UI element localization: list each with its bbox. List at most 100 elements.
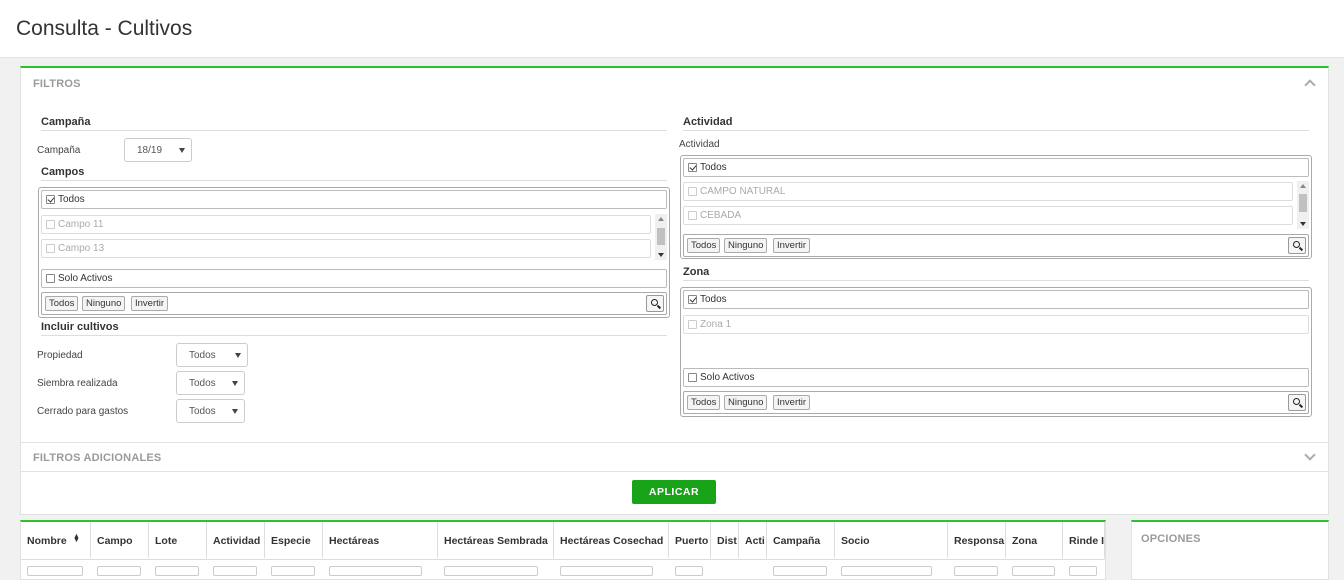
checkbox-icon[interactable] [46, 274, 55, 283]
filtros-adicionales-header: FILTROS ADICIONALES [33, 452, 162, 464]
filters-header[interactable]: FILTROS [33, 78, 81, 90]
column-filter-input[interactable] [773, 566, 827, 576]
scroll-down-icon[interactable] [1300, 222, 1306, 226]
page-header: Consulta - Cultivos [0, 0, 1344, 58]
column-filter-input[interactable] [1012, 566, 1055, 576]
options-panel: OPCIONES [1131, 520, 1329, 580]
checkbox-icon[interactable] [688, 295, 697, 304]
actividad-item-todos[interactable]: Todos [683, 158, 1309, 177]
list-item-label: Todos [700, 294, 727, 305]
siembra-select[interactable]: Todos [176, 371, 245, 395]
checkbox-icon[interactable] [688, 163, 697, 172]
select-all-button[interactable]: Todos [687, 395, 721, 410]
invert-button[interactable]: Invertir [773, 395, 811, 410]
cerrado-select-value: Todos [189, 406, 216, 417]
campos-item-campo-13[interactable]: Campo 13 [41, 239, 651, 258]
results-table: Nombre ▲ ▼ Campo Lote Actividad Especie Hectáre… [20, 520, 1106, 580]
column-filter-input[interactable] [675, 566, 703, 576]
actividad-section-title: Actividad [683, 116, 1309, 131]
apply-button[interactable]: APLICAR [632, 480, 716, 504]
search-icon[interactable] [646, 295, 664, 312]
chevron-down-icon [235, 353, 241, 358]
checkbox-icon[interactable] [46, 220, 55, 229]
scroll-thumb[interactable] [657, 228, 665, 245]
column-filter-input[interactable] [560, 566, 653, 576]
solo-activos-label: Solo Activos [58, 273, 113, 284]
checkbox-icon[interactable] [688, 187, 697, 196]
campana-select[interactable]: 18/19 [124, 138, 192, 162]
checkbox-icon[interactable] [46, 195, 55, 204]
select-none-button[interactable]: Ninguno [82, 296, 126, 311]
column-filter-input[interactable] [27, 566, 83, 576]
scroll-down-icon[interactable] [658, 253, 664, 257]
invert-button[interactable]: Invertir [131, 296, 169, 311]
zona-section-title: Zona [683, 266, 1309, 281]
zona-solo-activos[interactable]: Solo Activos [683, 368, 1309, 387]
propiedad-select[interactable]: Todos [176, 343, 248, 367]
actividad-actions: Todos Ninguno Invertir [683, 234, 1309, 257]
column-filter-input[interactable] [213, 566, 257, 576]
column-filter-input[interactable] [97, 566, 141, 576]
search-icon[interactable] [1288, 237, 1306, 254]
filtros-adicionales-bar[interactable]: FILTROS ADICIONALES [21, 442, 1328, 472]
chevron-up-icon[interactable] [1304, 79, 1316, 91]
column-filter-input[interactable] [444, 566, 538, 576]
list-item-label: Campo 13 [58, 243, 105, 254]
zona-item-zona-1[interactable]: Zona 1 [683, 315, 1309, 334]
select-none-button[interactable]: Ninguno [724, 395, 768, 410]
checkbox-icon[interactable] [46, 244, 55, 253]
actividad-item-cebada[interactable]: CEBADA [683, 206, 1293, 225]
list-item-label: Zona 1 [700, 319, 732, 330]
column-filter-input[interactable] [155, 566, 199, 576]
actividad-item-campo-natural[interactable]: CAMPO NATURAL [683, 182, 1293, 201]
incluir-section-title: Incluir cultivos [41, 321, 667, 336]
campos-scrollbar[interactable] [655, 214, 667, 260]
select-none-button[interactable]: Ninguno [724, 238, 768, 253]
propiedad-select-value: Todos [189, 350, 216, 361]
filters-panel: FILTROS Campaña Campaña 18/19 Campos Tod… [20, 66, 1329, 515]
campos-solo-activos[interactable]: Solo Activos [41, 269, 667, 288]
select-all-button[interactable]: Todos [45, 296, 79, 311]
checkbox-icon[interactable] [688, 211, 697, 220]
chevron-down-icon [232, 409, 238, 414]
column-filter-input[interactable] [841, 566, 932, 576]
column-filter-input[interactable] [329, 566, 422, 576]
solo-activos-label: Solo Activos [700, 372, 755, 383]
list-item-label: CEBADA [700, 210, 742, 221]
campos-actions: Todos Ninguno Invertir [41, 292, 667, 315]
list-item-label: CAMPO NATURAL [700, 186, 786, 197]
select-all-button[interactable]: Todos [687, 238, 721, 253]
scroll-up-icon[interactable] [658, 217, 664, 221]
invert-button[interactable]: Invertir [773, 238, 811, 253]
campos-item-todos[interactable]: Todos [41, 190, 667, 209]
list-item-label: Campo 11 [58, 219, 104, 230]
actividad-list: Todos CAMPO NATURAL CEBADA Todos Ninguno… [680, 155, 1312, 259]
campos-item-campo-11[interactable]: Campo 11 [41, 215, 651, 234]
cerrado-select[interactable]: Todos [176, 399, 245, 423]
actividad-label: Actividad [679, 139, 720, 150]
scroll-thumb[interactable] [1299, 194, 1307, 212]
chevron-down-icon [179, 148, 185, 153]
campana-section-title: Campaña [41, 116, 667, 131]
chevron-down-icon [232, 381, 238, 386]
page-title: Consulta - Cultivos [16, 17, 193, 40]
siembra-label: Siembra realizada [37, 378, 118, 389]
campana-label: Campaña [37, 145, 81, 156]
search-icon[interactable] [1288, 394, 1306, 411]
checkbox-icon[interactable] [688, 320, 697, 329]
siembra-select-value: Todos [189, 378, 216, 389]
propiedad-label: Propiedad [37, 350, 83, 361]
zona-actions: Todos Ninguno Invertir [683, 391, 1309, 414]
options-header: OPCIONES [1141, 533, 1201, 545]
list-item-label: Todos [58, 194, 85, 205]
column-filter-input[interactable] [271, 566, 315, 576]
zona-item-todos[interactable]: Todos [683, 290, 1309, 309]
checkbox-icon[interactable] [688, 373, 697, 382]
scroll-up-icon[interactable] [1300, 184, 1306, 188]
chevron-down-icon[interactable] [1304, 449, 1316, 461]
campos-section-title: Campos [41, 166, 667, 181]
column-filter-input[interactable] [1069, 566, 1097, 576]
column-filter-input[interactable] [954, 566, 998, 576]
actividad-scrollbar[interactable] [1297, 181, 1309, 229]
zona-list: Todos Zona 1 Solo Activos Todos Ninguno … [680, 287, 1312, 417]
